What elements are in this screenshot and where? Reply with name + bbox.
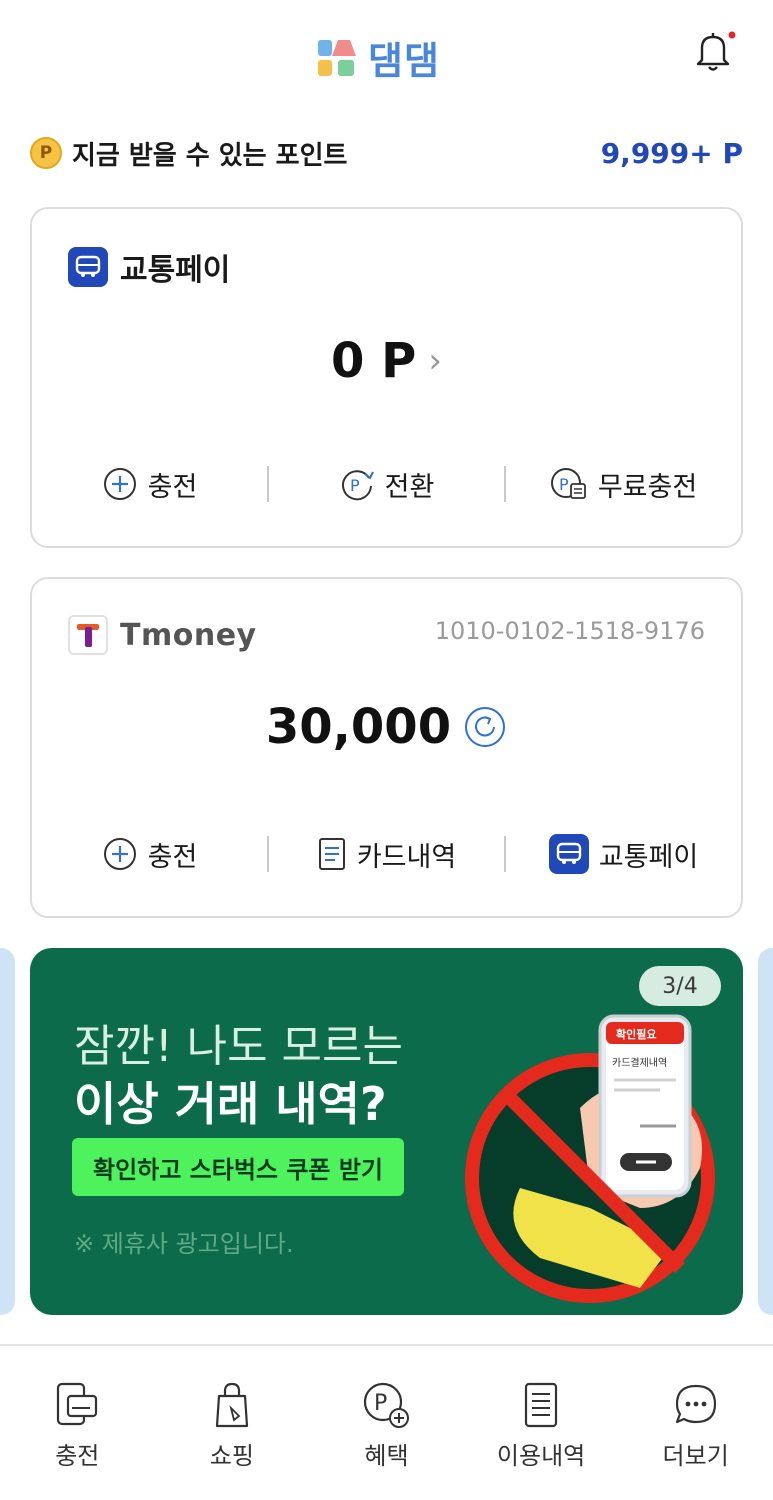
carousel-prev-peek[interactable]: [0, 948, 15, 1315]
svg-text:P: P: [374, 1391, 387, 1416]
charge-button[interactable]: 충전: [32, 464, 267, 504]
point-card-icon: P: [550, 468, 586, 499]
transit-pay-actions: 충전 P 전환 P 무료충전: [32, 464, 741, 504]
transit-pay-card: 교통페이 0 P › 충전 P 전환 P 무료충전: [30, 207, 743, 548]
phone-alert-text: 확인필요: [616, 1027, 656, 1041]
nav-more[interactable]: 더보기: [618, 1346, 773, 1500]
point-plus-icon: P: [364, 1382, 410, 1428]
logo-mark-icon: [318, 39, 356, 76]
nav-usage-history-label: 이용내역: [496, 1442, 586, 1470]
convert-button[interactable]: P 전환: [269, 464, 504, 504]
transit-pay-amount: 0 P: [331, 333, 417, 389]
carousel-next-peek[interactable]: [758, 948, 773, 1315]
banner-pager: 3/4: [639, 966, 721, 1006]
free-charge-button-label: 무료충전: [597, 471, 698, 503]
document-icon: [318, 838, 345, 870]
app-header: 댐댐: [0, 0, 773, 110]
card-history-label: 카드내역: [356, 841, 457, 873]
transit-pay-balance[interactable]: 0 P ›: [32, 333, 741, 389]
phone-body-text: 카드결제내역: [612, 1057, 667, 1069]
tmoney-balance-row: 30,000: [32, 699, 741, 755]
nav-more-label: 더보기: [662, 1442, 729, 1470]
phone-card-icon: [57, 1382, 98, 1426]
tmoney-charge-label: 충전: [147, 841, 198, 873]
tmoney-charge-button[interactable]: 충전: [32, 834, 267, 874]
svg-text:P: P: [559, 475, 569, 494]
available-points-label: 지금 받을 수 있는 포인트: [72, 140, 348, 171]
tmoney-header: Tmoney: [68, 615, 257, 655]
chevron-right-icon: ›: [428, 341, 442, 381]
logo-text: 댐댐: [368, 39, 440, 83]
banner-headline-1: 잠깐! 나도 모르는: [74, 1021, 403, 1072]
notification-badge: [728, 31, 736, 39]
notification-bell-icon[interactable]: [690, 28, 736, 74]
available-points-row[interactable]: P 지금 받을 수 있는 포인트 9,999+ P: [30, 130, 743, 176]
charge-button-label: 충전: [147, 471, 198, 503]
nav-usage-history[interactable]: 이용내역: [464, 1346, 619, 1500]
point-convert-icon: P: [341, 470, 374, 501]
nav-charge-label: 충전: [55, 1442, 100, 1470]
bus-icon: [68, 247, 108, 287]
tmoney-logo-icon: [68, 615, 108, 655]
plus-circle-icon: [103, 838, 136, 870]
shopping-bag-icon: [215, 1382, 248, 1428]
tmoney-balance: 30,000: [265, 699, 452, 755]
chat-more-icon: [675, 1384, 716, 1424]
free-charge-button[interactable]: P 무료충전: [506, 464, 741, 504]
nav-charge[interactable]: 충전: [0, 1346, 155, 1500]
nav-benefits-label: 혜택: [364, 1442, 409, 1470]
nav-shopping[interactable]: 쇼핑: [155, 1346, 310, 1500]
banner-headline-2: 이상 거래 내역?: [74, 1077, 387, 1131]
banner-ad-note: ※ 제휴사 광고입니다.: [74, 1230, 294, 1258]
svg-text:P: P: [350, 476, 360, 495]
nav-benefits[interactable]: P 혜택: [309, 1346, 464, 1500]
plus-circle-icon: [103, 468, 136, 500]
bottom-navigation: 충전 쇼핑 P 혜택 이용내역 더보기: [0, 1346, 773, 1500]
transit-pay-title: 교통페이: [120, 253, 231, 288]
transit-pay-button[interactable]: 교통페이: [506, 834, 741, 874]
refresh-icon[interactable]: [463, 705, 507, 749]
available-points-value: 9,999+ P: [600, 136, 743, 170]
ad-banner[interactable]: 3/4 잠깐! 나도 모르는 이상 거래 내역? 확인하고 스타벅스 쿠폰 받기…: [30, 948, 743, 1315]
banner-cta-button[interactable]: 확인하고 스타벅스 쿠폰 받기: [72, 1138, 404, 1196]
tmoney-card-number: 1010-0102-1518-9176: [434, 617, 705, 645]
tmoney-actions: 충전 카드내역 교통페이: [32, 834, 741, 874]
tmoney-brand: Tmoney: [120, 617, 257, 653]
transit-pay-header: 교통페이: [68, 245, 230, 289]
point-coin-icon: P: [30, 137, 62, 169]
app-logo: 댐댐: [316, 30, 440, 85]
card-history-button[interactable]: 카드내역: [269, 834, 504, 874]
bus-icon: [548, 834, 589, 874]
nav-shopping-label: 쇼핑: [209, 1442, 254, 1470]
tmoney-card: Tmoney 1010-0102-1518-9176 30,000 충전 카드내…: [30, 577, 743, 918]
transit-pay-button-label: 교통페이: [598, 841, 699, 873]
convert-button-label: 전환: [384, 471, 435, 503]
hand-phone-prohibited-illustration: 확인필요 카드결제내역: [465, 1014, 715, 1303]
list-document-icon: [524, 1382, 558, 1428]
